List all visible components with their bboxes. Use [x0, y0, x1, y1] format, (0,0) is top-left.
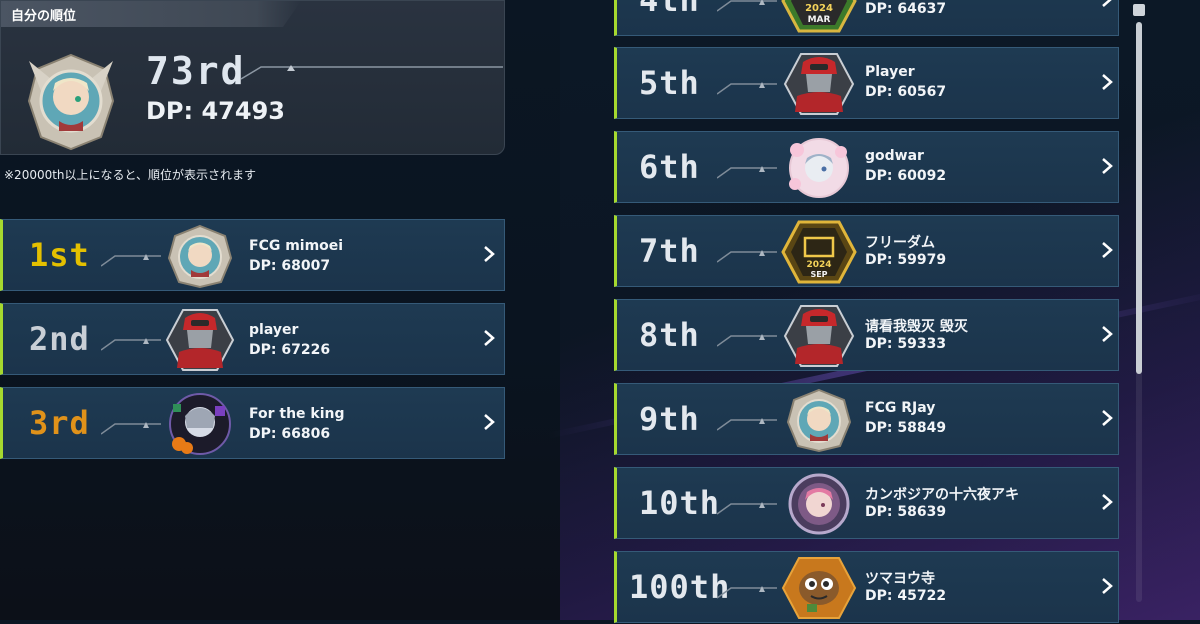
rank-note: ※20000th以上になると、順位が表示されます: [4, 168, 257, 182]
badge-month-text: SEP: [810, 270, 827, 279]
player-dp: DP: 67226: [249, 342, 331, 358]
rank-label: 8th: [639, 316, 700, 354]
my-rank-value: 73rd: [146, 49, 246, 93]
rank-decor-line: [717, 82, 777, 95]
ranking-row-100th[interactable]: 100th ツマヨウ寺 DP: 45722: [614, 551, 1119, 623]
badge-year-text: 2024: [805, 3, 833, 14]
player-name: 请看我毁灭 毁灭: [865, 319, 968, 335]
chevron-right-icon[interactable]: [1097, 574, 1117, 598]
my-avatar: [21, 51, 121, 155]
scrollbar-thumb[interactable]: [1136, 22, 1142, 374]
player-dp: DP: 68007: [249, 258, 331, 274]
player-name: godwar: [865, 148, 924, 164]
red-cap-avatar: [781, 304, 857, 372]
badge-month-text: MAR: [808, 15, 831, 25]
rank-label: 5th: [639, 64, 700, 102]
rank-label: 9th: [639, 400, 700, 438]
2024-mar-badge-avatar: 2024 MAR: [781, 0, 857, 37]
rank-label: 3rd: [29, 404, 90, 442]
scroll-top-indicator[interactable]: [1133, 4, 1145, 16]
player-dp: DP: 45722: [865, 588, 947, 604]
player-dp: DP: 66806: [249, 426, 331, 442]
ranking-row-4th[interactable]: 4th 2024 MAR DP: 64637: [614, 0, 1119, 36]
rank-decor-line: [717, 418, 777, 431]
player-dp: DP: 64637: [865, 1, 947, 17]
ranking-row-7th[interactable]: 7th 2024 SEP フリーダム DP: 59979: [614, 215, 1119, 287]
pink-hair-avatar: [781, 472, 857, 540]
player-name: Player: [865, 64, 915, 80]
rank-decor-line: [101, 338, 161, 351]
badge-year-text: 2024: [806, 260, 831, 270]
chevron-right-icon[interactable]: [1097, 406, 1117, 430]
player-dp: DP: 58849: [865, 420, 947, 436]
chevron-right-icon[interactable]: [479, 326, 499, 350]
player-name: フリーダム: [865, 235, 935, 251]
ranking-scrollbar[interactable]: [1136, 22, 1142, 602]
sakura-avatar: [781, 136, 857, 204]
chevron-right-icon[interactable]: [1097, 238, 1117, 262]
chevron-right-icon[interactable]: [1097, 70, 1117, 94]
player-name: FCG mimoei: [249, 238, 344, 254]
player-dp: DP: 58639: [865, 504, 947, 520]
rank-decor-line: [717, 334, 777, 347]
player-name: ツマヨウ寺: [865, 571, 935, 587]
ranking-row-10th[interactable]: 10th カンボジアの十六夜アキ DP: 58639: [614, 467, 1119, 539]
chevron-right-icon[interactable]: [479, 242, 499, 266]
player-dp: DP: 59333: [865, 336, 947, 352]
rank-label: 7th: [639, 232, 700, 270]
rank-label: 2nd: [29, 320, 90, 358]
ranking-row-5th[interactable]: 5th Player DP: 60567: [614, 47, 1119, 119]
ranking-row-1st[interactable]: 1st FCG mimoei DP: 68007: [0, 219, 505, 291]
hero-medal-avatar: [781, 388, 857, 456]
my-rank-panel: 自分の順位 73rd DP: 47493: [0, 0, 505, 155]
chevron-right-icon[interactable]: [479, 410, 499, 434]
ranking-row-3rd[interactable]: 3rd For the king DP: 66806: [0, 387, 505, 459]
player-dp: DP: 60092: [865, 168, 947, 184]
rank-decor-line: [717, 166, 777, 179]
rank-decor-line: [717, 586, 777, 599]
ranking-row-8th[interactable]: 8th 请看我毁灭 毁灭 DP: 59333: [614, 299, 1119, 371]
player-name: カンボジアの十六夜アキ: [865, 487, 1019, 503]
ranking-row-9th[interactable]: 9th FCG RJay DP: 58849: [614, 383, 1119, 455]
ranking-row-2nd[interactable]: 2nd player DP: 67226: [0, 303, 505, 375]
red-cap-avatar: [781, 52, 857, 120]
player-name: For the king: [249, 406, 345, 422]
my-dp-value: DP: 47493: [146, 97, 285, 125]
rank-label: 4th: [639, 0, 700, 19]
rank-label: 6th: [639, 148, 700, 186]
rank-label: 10th: [639, 484, 721, 522]
my-rank-title: 自分の順位: [11, 9, 77, 24]
player-dp: DP: 60567: [865, 84, 947, 100]
player-name: FCG RJay: [865, 400, 936, 416]
hero-medal-avatar: [163, 224, 237, 292]
red-cap-avatar: [163, 308, 237, 376]
chevron-right-icon[interactable]: [1097, 322, 1117, 346]
2024-sep-badge-avatar: 2024 SEP: [781, 220, 857, 288]
rank-decor-line: [717, 502, 777, 515]
chevron-right-icon[interactable]: [1097, 490, 1117, 514]
my-rank-title-bar: 自分の順位: [1, 1, 301, 27]
ranking-row-6th[interactable]: 6th godwar DP: 60092: [614, 131, 1119, 203]
rank-decor-line: [717, 0, 777, 12]
rank-label: 1st: [29, 236, 90, 274]
player-name: player: [249, 322, 299, 338]
rank-decor-line: [101, 254, 161, 267]
chevron-right-icon[interactable]: [1097, 154, 1117, 178]
rank-decor-line: [101, 422, 161, 435]
chevron-right-icon[interactable]: [1097, 0, 1117, 11]
kuriboh-avatar: [781, 556, 857, 624]
halloween-avatar: [163, 392, 237, 460]
my-rank-decor-line: [241, 65, 503, 80]
rank-decor-line: [717, 250, 777, 263]
player-dp: DP: 59979: [865, 252, 947, 268]
rank-label: 100th: [629, 568, 731, 606]
